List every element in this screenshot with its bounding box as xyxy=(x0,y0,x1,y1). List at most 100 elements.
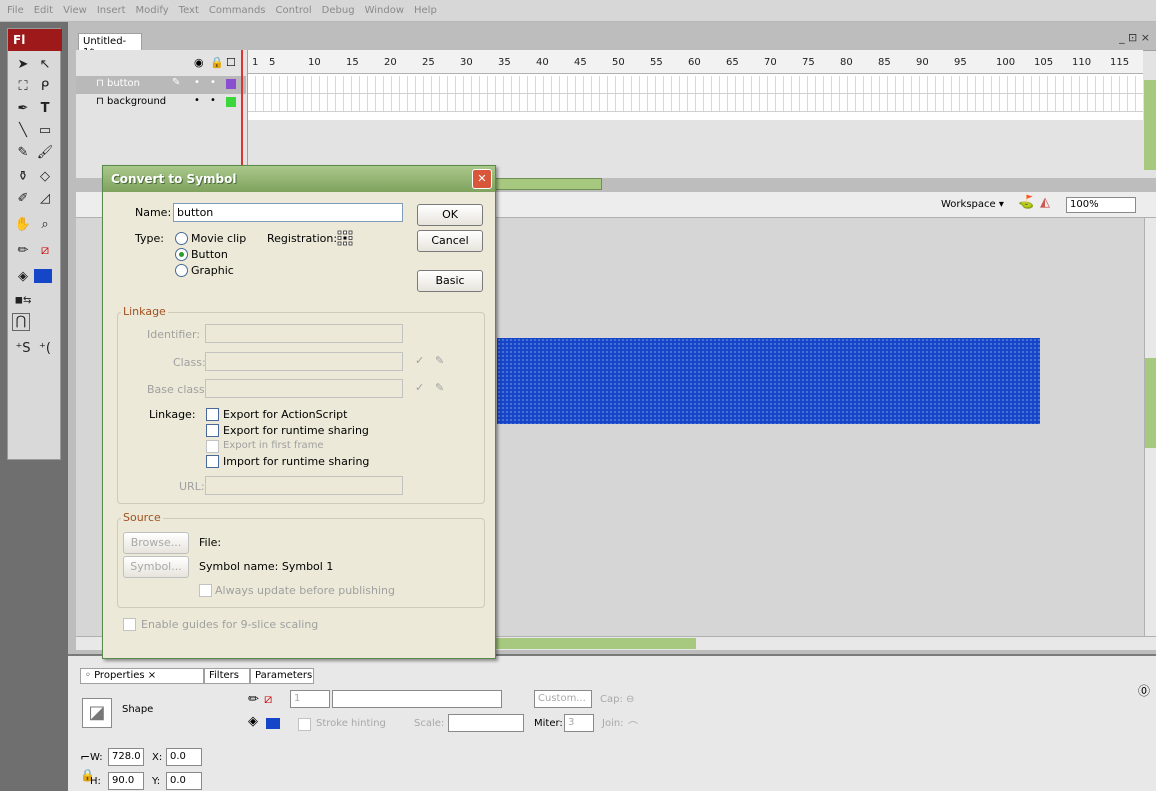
lock-aspect-icon[interactable]: ⌐ xyxy=(80,750,90,764)
smooth-icon[interactable]: ⁺S xyxy=(12,339,34,359)
fill-bucket-icon[interactable]: ◈ xyxy=(248,714,258,729)
eye-icon[interactable]: ◉ xyxy=(194,56,204,69)
frame-row-background[interactable] xyxy=(248,94,1143,112)
menu-commands[interactable]: Commands xyxy=(209,5,266,16)
graphic-radio[interactable] xyxy=(175,264,188,277)
fill-bucket-icon[interactable]: ◈ xyxy=(12,267,34,287)
base-class-input[interactable] xyxy=(205,379,403,398)
name-input[interactable]: button xyxy=(173,203,403,222)
zoom-field[interactable]: 100% xyxy=(1066,197,1136,213)
symbol-button[interactable]: Symbol... xyxy=(123,556,189,578)
stroke-style-select[interactable] xyxy=(332,690,502,708)
snap-magnet-icon[interactable]: ⋂ xyxy=(12,313,30,331)
frame-grid[interactable]: 1 5 10 15 20 25 30 35 40 45 50 55 60 65 … xyxy=(248,50,1143,120)
paint-bucket-tool-icon[interactable]: ◇ xyxy=(34,167,56,187)
edit-base-class-icon[interactable]: ✎ xyxy=(435,381,444,394)
lock-icon[interactable]: 🔒 xyxy=(210,56,224,69)
y-field[interactable]: 0.0 xyxy=(166,772,202,790)
tab-parameters[interactable]: Parameters xyxy=(250,668,314,684)
blue-rectangle-shape[interactable] xyxy=(497,338,1040,424)
eraser-tool-icon[interactable]: ◿ xyxy=(34,189,56,209)
validate-base-class-icon[interactable]: ✓ xyxy=(415,381,424,394)
nine-slice-checkbox[interactable] xyxy=(123,618,136,631)
cancel-button[interactable]: Cancel xyxy=(417,230,483,252)
timeline-scrollbar[interactable] xyxy=(1144,80,1156,170)
swap-colors-icon[interactable]: ◼⇆ xyxy=(12,291,34,311)
menu-insert[interactable]: Insert xyxy=(97,5,126,16)
menu-control[interactable]: Control xyxy=(276,5,312,16)
layer-row-background[interactable]: ⊓ background • • xyxy=(76,94,246,112)
height-field[interactable]: 90.0 xyxy=(108,772,144,790)
close-icon[interactable]: ✕ xyxy=(472,169,492,189)
stage-vertical-scrollbar[interactable] xyxy=(1144,218,1156,636)
basic-button[interactable]: Basic xyxy=(417,270,483,292)
url-input[interactable] xyxy=(205,476,403,495)
outline-icon[interactable]: ☐ xyxy=(226,56,236,69)
ink-bottle-tool-icon[interactable]: ⚱ xyxy=(12,167,34,187)
line-tool-icon[interactable]: ╲ xyxy=(12,121,34,141)
hscroll-thumb[interactable] xyxy=(496,638,696,649)
width-field[interactable]: 728.0 xyxy=(108,748,144,766)
straighten-icon[interactable]: ⁺( xyxy=(34,339,56,359)
menu-debug[interactable]: Debug xyxy=(322,5,355,16)
ok-button[interactable]: OK xyxy=(417,204,483,226)
import-runtime-sharing-checkbox[interactable] xyxy=(206,455,219,468)
subselection-tool-icon[interactable]: ↖ xyxy=(34,55,56,75)
help-icon[interactable]: ⓪ xyxy=(1138,682,1150,699)
fill-color-swatch[interactable] xyxy=(34,269,52,283)
browse-button[interactable]: Browse... xyxy=(123,532,189,554)
layer-row-button[interactable]: ⊓ button ✎ • • xyxy=(76,76,246,94)
edit-class-icon[interactable]: ✎ xyxy=(435,354,444,367)
validate-class-icon[interactable]: ✓ xyxy=(415,354,424,367)
movie-clip-radio[interactable] xyxy=(175,232,188,245)
menu-view[interactable]: View xyxy=(63,5,87,16)
edit-symbols-icon[interactable]: ◭ xyxy=(1040,195,1050,210)
always-update-checkbox[interactable] xyxy=(199,584,212,597)
tab-filters[interactable]: Filters xyxy=(204,668,250,684)
menu-edit[interactable]: Edit xyxy=(34,5,53,16)
class-input[interactable] xyxy=(205,352,403,371)
rectangle-tool-icon[interactable]: ▭ xyxy=(34,121,56,141)
export-first-frame-checkbox[interactable] xyxy=(206,440,219,453)
export-runtime-sharing-checkbox[interactable] xyxy=(206,424,219,437)
stroke-pencil-icon[interactable]: ✏ xyxy=(248,692,259,707)
timeline-hscroll-thumb[interactable] xyxy=(492,178,602,190)
fill-color-swatch[interactable] xyxy=(266,718,280,729)
join-icon[interactable]: ⌒ xyxy=(628,718,638,733)
brush-tool-icon[interactable]: 🖌 xyxy=(34,143,56,163)
identifier-input[interactable] xyxy=(205,324,403,343)
zoom-tool-icon[interactable]: ⌕ xyxy=(34,215,56,235)
tab-properties[interactable]: ◦ Properties × xyxy=(80,668,204,684)
edit-scene-icon[interactable]: ⛳ xyxy=(1018,195,1034,210)
menu-text[interactable]: Text xyxy=(179,5,199,16)
window-controls[interactable]: _ ⊡ × xyxy=(1119,31,1150,44)
menu-modify[interactable]: Modify xyxy=(136,5,169,16)
eyedropper-tool-icon[interactable]: ✐ xyxy=(12,189,34,209)
hand-tool-icon[interactable]: ✋ xyxy=(12,215,34,235)
registration-grid-icon[interactable] xyxy=(337,230,353,246)
pencil-tool-icon[interactable]: ✎ xyxy=(12,143,34,163)
free-transform-tool-icon[interactable]: ⛶ xyxy=(12,77,34,97)
workspace-menu[interactable]: Workspace ▾ xyxy=(941,199,1004,210)
pen-tool-icon[interactable]: ✒ xyxy=(12,99,34,119)
button-radio[interactable] xyxy=(175,248,188,261)
menu-help[interactable]: Help xyxy=(414,5,437,16)
scale-select[interactable] xyxy=(448,714,524,732)
lasso-tool-icon[interactable]: ᑭ xyxy=(34,77,56,97)
menu-window[interactable]: Window xyxy=(365,5,404,16)
playhead[interactable] xyxy=(241,50,243,170)
stroke-width-field[interactable]: 1 xyxy=(290,690,330,708)
stroke-hinting-checkbox[interactable] xyxy=(298,718,311,731)
stroke-none-icon[interactable]: ⧄ xyxy=(264,692,272,707)
text-tool-icon[interactable]: T xyxy=(34,99,56,119)
stroke-color-icon[interactable]: ✏ xyxy=(12,241,34,261)
x-field[interactable]: 0.0 xyxy=(166,748,202,766)
document-tab[interactable]: Untitled-1* xyxy=(78,33,142,58)
cap-icon[interactable]: ⊖ xyxy=(626,694,634,705)
miter-field[interactable]: 3 xyxy=(564,714,594,732)
vscroll-thumb[interactable] xyxy=(1145,358,1156,448)
menu-file[interactable]: File xyxy=(7,5,24,16)
frame-row-button[interactable] xyxy=(248,76,1143,94)
selection-tool-icon[interactable]: ➤ xyxy=(12,55,34,75)
no-color-icon[interactable]: ⧄ xyxy=(34,241,56,261)
